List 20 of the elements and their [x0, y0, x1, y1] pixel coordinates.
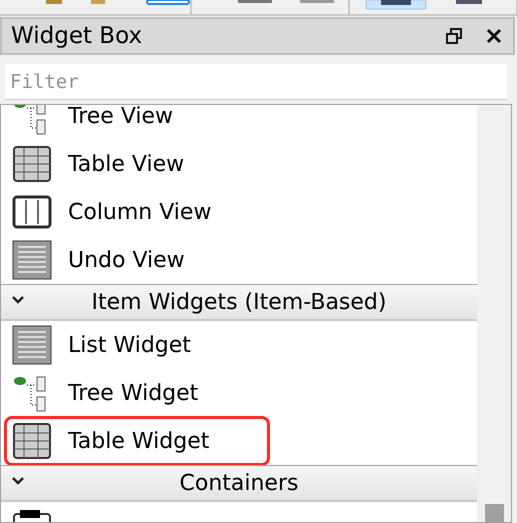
- category-title: Item Widgets (Item-Based): [90, 290, 388, 314]
- category-title: Containers: [178, 470, 300, 496]
- widget-item[interactable]: Column View: [68, 200, 212, 224]
- widget-item[interactable]: Tree Widget: [68, 380, 198, 406]
- list-icon: [12, 240, 52, 280]
- category-header[interactable]: Containers: [1, 465, 477, 502]
- filter-field[interactable]: Filter: [5, 64, 507, 100]
- widget-item[interactable]: Table View: [68, 152, 184, 176]
- table-icon: [12, 144, 52, 184]
- float-button[interactable]: [443, 25, 465, 47]
- scroll-thumb[interactable]: [484, 504, 504, 522]
- widget-item[interactable]: Undo View: [68, 248, 185, 272]
- widget-item[interactable]: Tree View: [68, 105, 174, 128]
- toolbar-icon[interactable]: [146, 0, 190, 5]
- category-header[interactable]: Item Widgets (Item-Based): [1, 284, 477, 321]
- dock-title: Widget Box: [11, 23, 144, 49]
- table-icon: [12, 421, 52, 461]
- widget-item[interactable]: List Widget: [68, 332, 191, 358]
- widget-item[interactable]: Table Widget: [68, 428, 210, 454]
- list-icon: [12, 325, 52, 365]
